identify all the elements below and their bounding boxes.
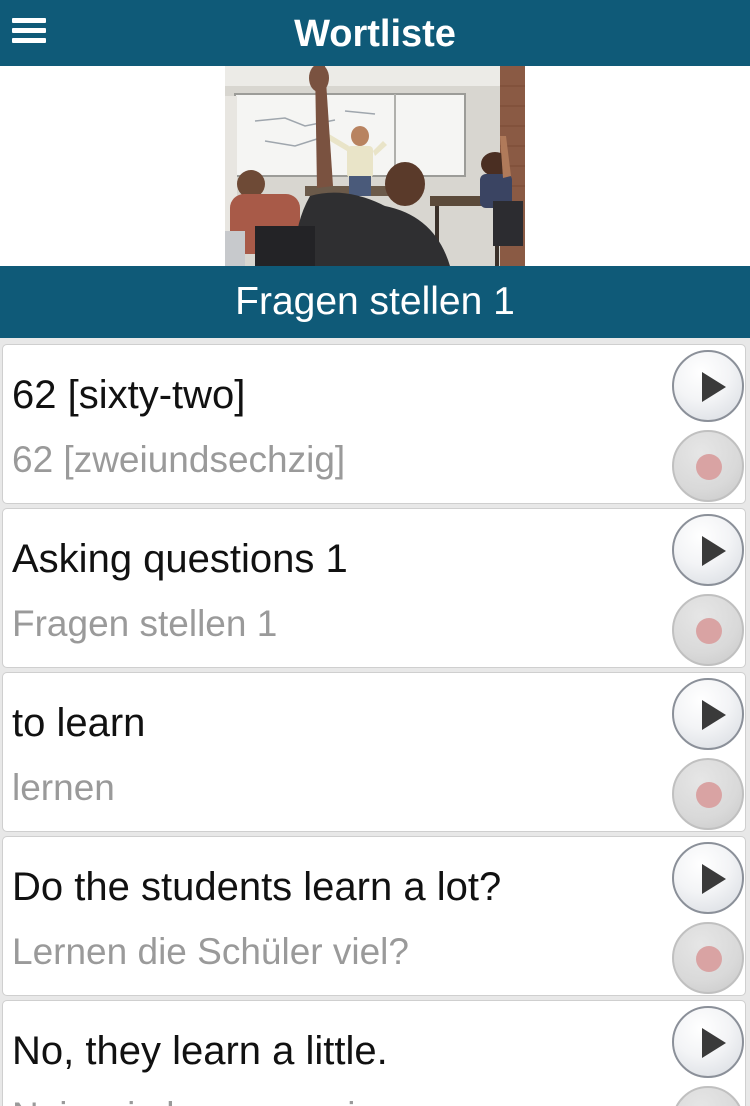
phrase-english: to learn (12, 701, 146, 745)
classroom-photo (225, 66, 525, 266)
play-icon (702, 864, 726, 894)
play-icon (702, 536, 726, 566)
lesson-title: Fragen stellen 1 (235, 280, 515, 323)
lesson-image-area (0, 66, 750, 266)
phrase-card: Asking questions 1 Fragen stellen 1 (2, 508, 746, 668)
play-audio-button[interactable] (672, 350, 744, 422)
phrase-english: No, they learn a little. (12, 1029, 388, 1073)
phrase-german: 62 [zweiundsechzig] (12, 439, 346, 480)
lesson-header: Fragen stellen 1 (0, 266, 750, 338)
phrase-german: Fragen stellen 1 (12, 603, 278, 644)
play-icon (702, 700, 726, 730)
top-app-bar: Wortliste (0, 0, 750, 67)
record-button[interactable] (672, 1086, 744, 1106)
record-button[interactable] (672, 430, 744, 502)
phrase-card: to learn lernen (2, 672, 746, 832)
play-audio-button[interactable] (672, 514, 744, 586)
phrase-english: Asking questions 1 (12, 537, 348, 581)
record-icon (696, 618, 722, 644)
phrase-card: Do the students learn a lot? Lernen die … (2, 836, 746, 996)
record-icon (696, 782, 722, 808)
phrase-german: Nein, sie lernen wenig. (12, 1095, 386, 1106)
phrase-german: Lernen die Schüler viel? (12, 931, 409, 972)
phrase-card: No, they learn a little. Nein, sie lerne… (2, 1000, 746, 1106)
play-audio-button[interactable] (672, 842, 744, 914)
app-screen: Wortliste Fragen stellen 1 62 [sixty-two… (0, 0, 750, 1106)
play-icon (702, 1028, 726, 1058)
phrase-card: 62 [sixty-two] 62 [zweiundsechzig] (2, 344, 746, 504)
play-audio-button[interactable] (672, 1006, 744, 1078)
record-icon (696, 946, 722, 972)
page-title: Wortliste (294, 13, 456, 55)
play-icon (702, 372, 726, 402)
record-button[interactable] (672, 922, 744, 994)
play-audio-button[interactable] (672, 678, 744, 750)
phrase-english: Do the students learn a lot? (12, 865, 502, 909)
record-button[interactable] (672, 594, 744, 666)
phrase-english: 62 [sixty-two] (12, 373, 246, 417)
record-button[interactable] (672, 758, 744, 830)
record-icon (696, 454, 722, 480)
phrase-german: lernen (12, 767, 115, 808)
